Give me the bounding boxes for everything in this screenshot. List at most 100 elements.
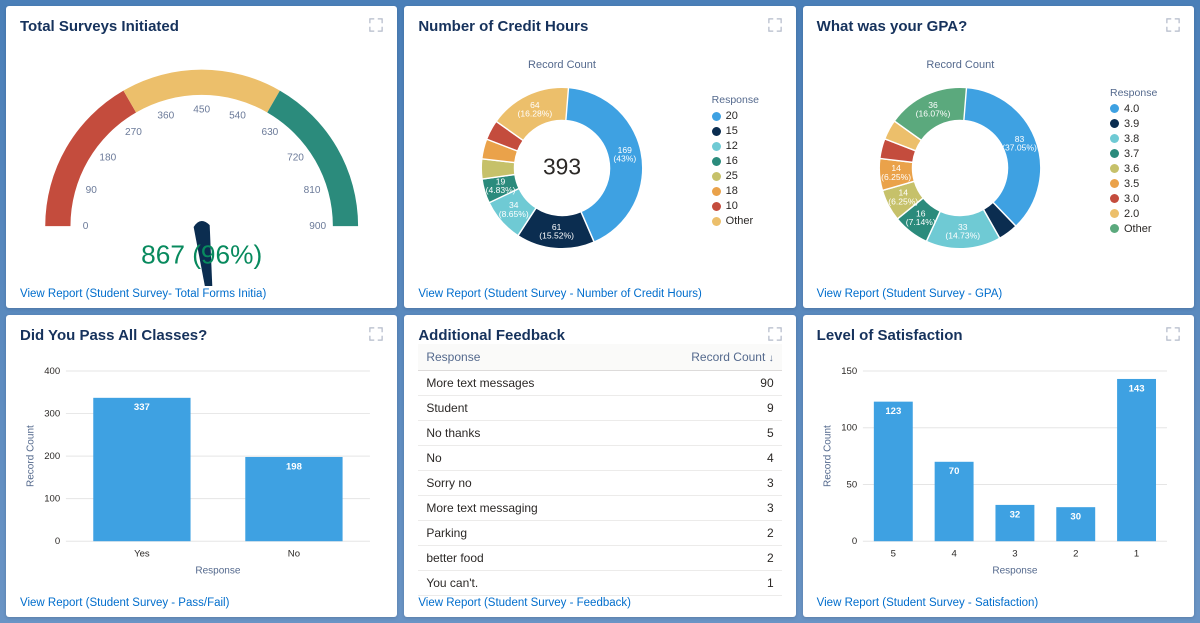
cell-count: 1 <box>623 571 781 596</box>
legend-label: Other <box>726 215 754 227</box>
expand-icon[interactable] <box>768 18 782 32</box>
card-satisfaction: Level of Satisfaction 050100150123570432… <box>803 315 1194 617</box>
legend-item: 2.0 <box>1110 208 1180 220</box>
expand-icon[interactable] <box>369 18 383 32</box>
cell-response: More text messages <box>418 371 623 396</box>
svg-text:Record Count: Record Count <box>25 425 36 487</box>
cell-count: 90 <box>623 371 781 396</box>
svg-text:(4.83%): (4.83%) <box>486 184 516 194</box>
legend-item: 15 <box>712 125 782 137</box>
view-report-link[interactable]: View Report (Student Survey - Feedback) <box>418 597 781 609</box>
legend-label: 4.0 <box>1124 103 1139 115</box>
legend-swatch <box>712 157 721 166</box>
chart-subtitle: Record Count <box>926 59 994 71</box>
svg-text:393: 393 <box>543 153 581 179</box>
table-row: You can't.1 <box>418 571 781 596</box>
legend-swatch <box>1110 134 1119 143</box>
legend-item: 3.5 <box>1110 178 1180 190</box>
svg-text:180: 180 <box>99 153 116 164</box>
cell-count: 2 <box>623 546 781 571</box>
chart-subtitle: Record Count <box>528 59 596 71</box>
cell-response: Student <box>418 396 623 421</box>
table-row: Parking2 <box>418 521 781 546</box>
legend-item: 25 <box>712 170 782 182</box>
view-report-link[interactable]: View Report (Student Survey - GPA) <box>817 288 1180 300</box>
svg-text:(43%): (43%) <box>613 153 636 163</box>
svg-text:(14.73%): (14.73%) <box>946 230 981 240</box>
legend-label: 15 <box>726 125 738 137</box>
donut-credit-hours: Record Count 169(43%)61(15.52%)34(8.65%)… <box>418 59 705 263</box>
svg-text:(6.25%): (6.25%) <box>881 171 911 181</box>
svg-text:0: 0 <box>852 536 857 547</box>
cell-count: 4 <box>623 446 781 471</box>
legend-label: 3.8 <box>1124 133 1139 145</box>
card-header: Total Surveys Initiated <box>20 18 383 35</box>
svg-text:3: 3 <box>1012 549 1017 560</box>
legend-swatch <box>1110 149 1119 158</box>
expand-icon[interactable] <box>1166 327 1180 341</box>
svg-text:720: 720 <box>287 153 304 164</box>
svg-text:540: 540 <box>229 110 246 121</box>
legend-label: 12 <box>726 140 738 152</box>
legend-item: 20 <box>712 110 782 122</box>
legend-item: Other <box>1110 223 1180 235</box>
table-row: No4 <box>418 446 781 471</box>
legend-swatch <box>712 172 721 181</box>
svg-text:50: 50 <box>846 479 857 490</box>
cell-response: More text messaging <box>418 496 623 521</box>
expand-icon[interactable] <box>1166 18 1180 32</box>
legend-item: 3.6 <box>1110 163 1180 175</box>
svg-text:(6.25%): (6.25%) <box>889 196 919 206</box>
cell-count: 3 <box>623 471 781 496</box>
svg-text:70: 70 <box>948 466 959 477</box>
cell-response: No <box>418 446 623 471</box>
legend-label: 20 <box>726 110 738 122</box>
svg-text:(37.05%): (37.05%) <box>1002 142 1037 152</box>
legend-swatch <box>1110 164 1119 173</box>
card-title: Total Surveys Initiated <box>20 18 179 35</box>
table-row: No thanks5 <box>418 421 781 446</box>
legend-gpa: Response 4.03.93.83.73.63.53.02.0Other <box>1110 87 1180 235</box>
svg-text:(16.07%): (16.07%) <box>916 108 951 118</box>
card-title: Level of Satisfaction <box>817 327 963 344</box>
view-report-link[interactable]: View Report (Student Survey - Number of … <box>418 288 781 300</box>
svg-text:1: 1 <box>1134 549 1139 560</box>
cell-response: Sorry no <box>418 471 623 496</box>
legend-item: 4.0 <box>1110 103 1180 115</box>
svg-text:Response: Response <box>195 566 241 577</box>
svg-text:450: 450 <box>193 105 210 116</box>
svg-text:337: 337 <box>134 402 150 413</box>
column-record-count[interactable]: Record Count ↓ <box>623 344 781 371</box>
cell-count: 5 <box>623 421 781 446</box>
legend-label: 3.0 <box>1124 193 1139 205</box>
svg-text:2: 2 <box>1073 549 1078 560</box>
svg-text:90: 90 <box>86 185 98 196</box>
gauge-segment-red <box>45 91 136 226</box>
view-report-link[interactable]: View Report (Student Survey - Satisfacti… <box>817 597 1180 609</box>
legend-swatch <box>712 187 721 196</box>
svg-text:4: 4 <box>951 549 957 560</box>
legend-label: 2.0 <box>1124 208 1139 220</box>
view-report-link[interactable]: View Report (Student Survey - Pass/Fail) <box>20 597 383 609</box>
svg-text:630: 630 <box>261 127 278 138</box>
expand-icon[interactable] <box>768 327 782 341</box>
sort-desc-icon: ↓ <box>769 353 774 364</box>
legend-swatch <box>712 142 721 151</box>
svg-text:150: 150 <box>841 366 857 377</box>
legend-item: 10 <box>712 200 782 212</box>
svg-text:0: 0 <box>55 536 60 547</box>
column-response[interactable]: Response <box>418 344 623 371</box>
legend-label: 10 <box>726 200 738 212</box>
svg-text:No: No <box>288 549 300 560</box>
legend-item: Other <box>712 215 782 227</box>
legend-label: 18 <box>726 185 738 197</box>
expand-icon[interactable] <box>369 327 383 341</box>
svg-text:Response: Response <box>992 566 1038 577</box>
svg-text:900: 900 <box>309 221 326 232</box>
view-report-link[interactable]: View Report (Student Survey- Total Forms… <box>20 288 383 300</box>
legend-swatch <box>712 202 721 211</box>
legend-swatch <box>712 217 721 226</box>
cell-count: 3 <box>623 496 781 521</box>
svg-text:0: 0 <box>83 221 89 232</box>
card-title: Number of Credit Hours <box>418 18 588 35</box>
